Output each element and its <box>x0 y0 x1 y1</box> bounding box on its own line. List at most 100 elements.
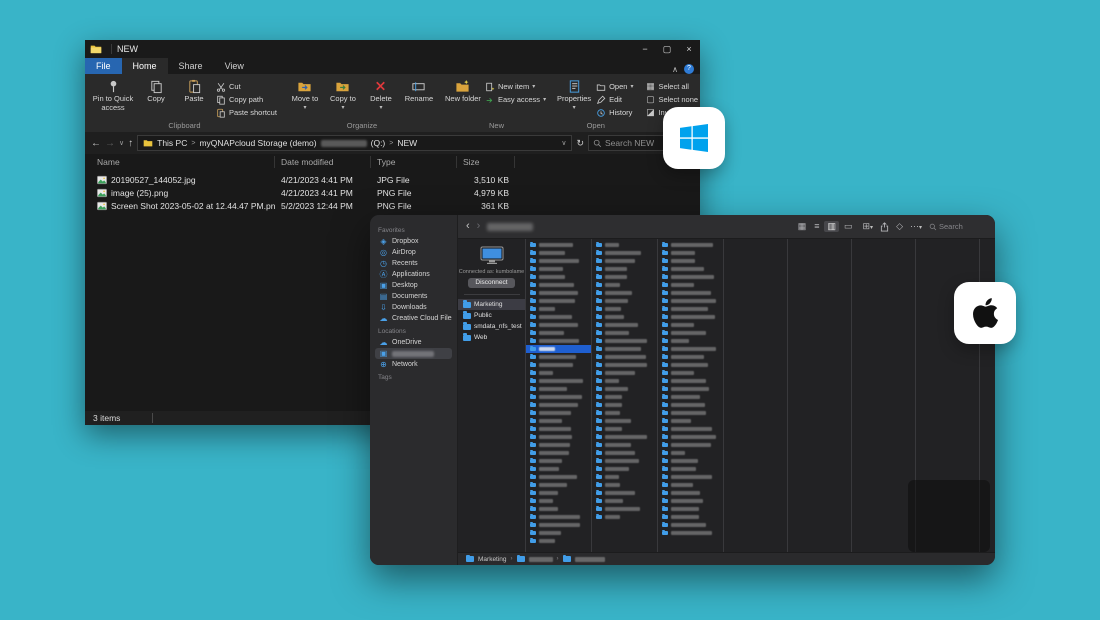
finder-item-row[interactable] <box>526 529 591 537</box>
up-icon[interactable]: ↑ <box>128 138 133 149</box>
finder-item-row[interactable] <box>658 369 723 377</box>
finder-item-row[interactable] <box>592 473 657 481</box>
finder-item-row[interactable] <box>592 513 657 521</box>
gallery-view-icon[interactable]: ▭ <box>841 221 856 233</box>
search-box[interactable] <box>929 222 987 231</box>
column-header-size[interactable]: Size <box>457 156 515 168</box>
sidebar-item-dropbox[interactable]: ◈ Dropbox <box>375 236 452 247</box>
finder-item-row[interactable] <box>526 465 591 473</box>
finder-item-row[interactable] <box>592 497 657 505</box>
copy-button[interactable]: Copy <box>138 77 174 118</box>
copy-path-button[interactable]: Copy path <box>214 94 279 105</box>
file-row[interactable]: image (25).png 4/21/2023 4:41 PM PNG Fil… <box>85 186 700 199</box>
sidebar-item-desktop[interactable]: ▣ Desktop <box>375 280 452 291</box>
finder-item-row[interactable] <box>526 273 591 281</box>
finder-item-row[interactable] <box>526 289 591 297</box>
forward-icon[interactable]: → <box>105 138 115 149</box>
move-to-button[interactable]: Move to ▾ <box>287 77 323 112</box>
sidebar-item-applications[interactable]: Ⓐ Applications <box>375 269 452 280</box>
crumb-storage[interactable]: myQNAPcloud Storage (demo) <box>199 138 316 148</box>
share-row-smdata[interactable]: smdata_nfs_test <box>458 321 525 332</box>
delete-button[interactable]: Delete ▾ <box>363 77 399 112</box>
select-all-button[interactable]: ▦ Select all <box>643 81 710 92</box>
share-row-marketing[interactable]: Marketing <box>458 299 525 310</box>
finder-item-row[interactable] <box>592 273 657 281</box>
finder-item-row[interactable] <box>658 377 723 385</box>
refresh-icon[interactable]: ↻ <box>576 138 584 149</box>
finder-item-row[interactable] <box>592 281 657 289</box>
finder-item-row[interactable] <box>526 441 591 449</box>
finder-item-row[interactable] <box>592 321 657 329</box>
cut-button[interactable]: Cut <box>214 81 279 92</box>
finder-item-row[interactable] <box>658 441 723 449</box>
crumb-folder[interactable]: NEW <box>397 138 417 148</box>
finder-item-row[interactable] <box>526 297 591 305</box>
history-dropdown-icon[interactable]: ∨ <box>119 139 124 147</box>
finder-item-row[interactable] <box>658 297 723 305</box>
finder-item-row[interactable] <box>592 441 657 449</box>
edit-button[interactable]: Edit <box>594 94 635 105</box>
finder-item-row[interactable] <box>658 321 723 329</box>
finder-item-row[interactable] <box>658 481 723 489</box>
close-button[interactable]: × <box>678 40 700 58</box>
finder-item-row[interactable] <box>592 489 657 497</box>
finder-item-row[interactable] <box>526 457 591 465</box>
finder-item-row[interactable] <box>592 417 657 425</box>
column-header-name[interactable]: Name <box>91 156 275 168</box>
finder-item-row[interactable] <box>526 377 591 385</box>
easy-access-button[interactable]: Easy access ▾ <box>483 94 548 105</box>
finder-item-row[interactable] <box>592 353 657 361</box>
finder-item-row[interactable] <box>526 329 591 337</box>
select-none-button[interactable]: ▢ Select none <box>643 94 710 105</box>
finder-item-row[interactable] <box>658 449 723 457</box>
forward-icon[interactable]: › <box>477 221 481 232</box>
finder-item-row[interactable] <box>592 401 657 409</box>
back-icon[interactable]: ‹ <box>466 221 470 232</box>
finder-item-row[interactable] <box>658 521 723 529</box>
minimize-button[interactable]: − <box>634 40 656 58</box>
more-actions-icon[interactable]: ⋯▾ <box>910 221 922 232</box>
finder-item-row[interactable] <box>658 241 723 249</box>
finder-item-row[interactable] <box>526 249 591 257</box>
blurred-path-segment[interactable] <box>529 557 553 562</box>
finder-item-row[interactable] <box>526 521 591 529</box>
tag-icon[interactable]: ◇ <box>896 221 903 232</box>
finder-item-row[interactable] <box>592 313 657 321</box>
icon-view-icon[interactable]: ▦ <box>795 221 810 233</box>
finder-item-row[interactable] <box>526 513 591 521</box>
finder-item-row[interactable] <box>592 465 657 473</box>
finder-item-row[interactable] <box>526 257 591 265</box>
breadcrumb[interactable]: This PC > myQNAPcloud Storage (demo) (Q:… <box>137 135 572 151</box>
share-icon[interactable] <box>880 222 889 232</box>
finder-item-row[interactable] <box>658 265 723 273</box>
finder-item-row[interactable] <box>658 313 723 321</box>
finder-item-row[interactable] <box>658 393 723 401</box>
finder-item-row[interactable] <box>658 401 723 409</box>
sidebar-item-network[interactable]: ⊕ Network <box>375 359 452 370</box>
finder-item-row[interactable] <box>658 385 723 393</box>
paste-shortcut-button[interactable]: Paste shortcut <box>214 107 279 118</box>
finder-item-row[interactable] <box>526 401 591 409</box>
finder-item-row[interactable] <box>592 345 657 353</box>
tab-view[interactable]: View <box>214 58 255 74</box>
finder-item-row[interactable] <box>526 449 591 457</box>
list-view-icon[interactable]: ≡ <box>811 221 822 233</box>
column-header-date-modified[interactable]: Date modified <box>275 156 371 168</box>
finder-item-row[interactable] <box>526 345 591 353</box>
finder-item-row[interactable] <box>526 337 591 345</box>
disconnect-button[interactable]: Disconnect <box>468 278 514 288</box>
finder-item-row[interactable] <box>526 473 591 481</box>
share-row-web[interactable]: Web <box>458 332 525 343</box>
path-segment-marketing[interactable]: Marketing <box>478 556 507 563</box>
finder-item-row[interactable] <box>592 393 657 401</box>
finder-item-row[interactable] <box>526 433 591 441</box>
column-header-type[interactable]: Type <box>371 156 457 168</box>
file-row[interactable]: Screen Shot 2023-05-02 at 12.44.47 PM.pn… <box>85 199 700 212</box>
finder-item-row[interactable] <box>526 241 591 249</box>
sidebar-item-connected-server[interactable]: ▣ <box>375 348 452 359</box>
finder-item-row[interactable] <box>658 433 723 441</box>
finder-item-row[interactable] <box>592 369 657 377</box>
search-input[interactable] <box>939 222 987 231</box>
finder-item-row[interactable] <box>592 457 657 465</box>
rename-button[interactable]: Rename <box>401 77 437 112</box>
